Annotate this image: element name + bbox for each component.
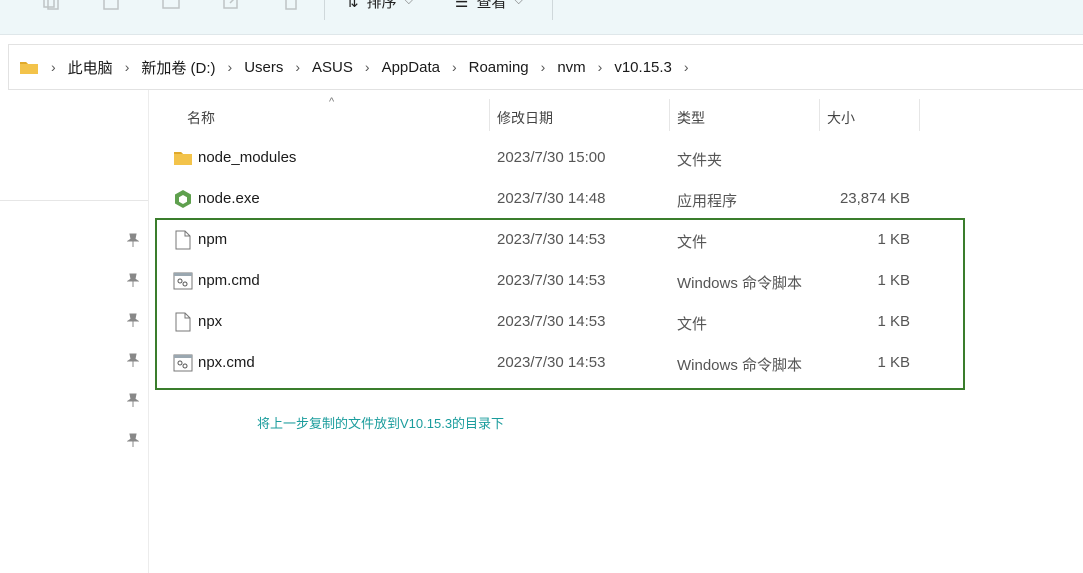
pin-icon[interactable] xyxy=(127,393,139,407)
sort-label: 排序 xyxy=(366,0,397,11)
folder-icon xyxy=(174,152,192,165)
nav-divider xyxy=(0,200,148,201)
pin-icon[interactable] xyxy=(127,353,139,367)
view-icon: ☰ xyxy=(455,0,469,11)
column-header-name[interactable]: 名称 xyxy=(187,108,215,128)
toolbar-divider xyxy=(324,0,325,20)
chevron-right-icon: › xyxy=(451,59,457,75)
file-type: 文件夹 xyxy=(677,152,723,169)
navigation-pane xyxy=(0,90,149,573)
column-divider[interactable] xyxy=(489,99,490,131)
sort-icon: ⇅ xyxy=(346,0,359,11)
breadcrumb-item[interactable]: › ASUS xyxy=(283,59,353,76)
file-name: node_modules xyxy=(198,149,297,166)
sort-button[interactable]: ⇅ 排序 ⌵ xyxy=(346,0,413,12)
column-header-type[interactable]: 类型 xyxy=(677,108,705,128)
file-date: 2023/7/30 14:48 xyxy=(497,190,606,207)
chevron-right-icon: › xyxy=(227,59,233,75)
chevron-right-icon: › xyxy=(597,59,603,75)
breadcrumb-item[interactable]: › 新加卷 (D:) xyxy=(113,57,216,78)
share-icon[interactable] xyxy=(222,0,240,10)
chevron-right-icon: › xyxy=(683,59,689,75)
copy-icon[interactable] xyxy=(42,0,60,10)
paste-icon[interactable] xyxy=(102,0,120,10)
column-divider[interactable] xyxy=(819,99,820,131)
file-row[interactable]: node_modules 2023/7/30 15:00 文件夹 xyxy=(160,138,960,178)
column-divider[interactable] xyxy=(919,99,920,131)
pin-icon[interactable] xyxy=(127,273,139,287)
folder-icon xyxy=(19,59,39,75)
chevron-right-icon: › xyxy=(540,59,546,75)
column-header-date[interactable]: 修改日期 xyxy=(497,108,553,128)
view-button[interactable]: ☰ 查看 ⌵ xyxy=(455,0,523,12)
file-type: 应用程序 xyxy=(677,193,738,210)
breadcrumb-item[interactable]: › Roaming xyxy=(440,59,529,76)
breadcrumb-item[interactable]: › nvm xyxy=(529,59,586,76)
address-bar[interactable]: › 此电脑 › 新加卷 (D:) › Users › ASUS › AppData › Ro… xyxy=(8,44,1083,90)
more-options-button[interactable]: ··· xyxy=(571,0,594,9)
chevron-right-icon: › xyxy=(364,59,370,75)
breadcrumb-item[interactable]: › 此电脑 xyxy=(39,57,113,78)
delete-icon[interactable] xyxy=(282,0,300,10)
rename-icon[interactable] xyxy=(162,0,180,10)
file-row[interactable]: node.exe 2023/7/30 14:48 应用程序 23,874 KB xyxy=(160,179,960,219)
chevron-right-icon: › xyxy=(51,59,56,75)
view-label: 查看 xyxy=(476,0,507,11)
sort-ascending-icon: ^ xyxy=(329,96,335,108)
column-divider[interactable] xyxy=(669,99,670,131)
file-name: node.exe xyxy=(198,190,260,207)
highlight-box xyxy=(155,218,965,390)
breadcrumb-item[interactable]: › Users xyxy=(216,59,284,76)
chevron-down-icon: ⌵ xyxy=(404,0,413,7)
breadcrumb-item[interactable]: › v10.15.3 › xyxy=(586,59,701,76)
column-header-size[interactable]: 大小 xyxy=(827,108,855,128)
pin-icon[interactable] xyxy=(127,433,139,447)
command-bar: ⇅ 排序 ⌵ ☰ 查看 ⌵ ··· xyxy=(0,0,1083,35)
chevron-right-icon: › xyxy=(124,59,130,75)
breadcrumb-item[interactable]: › AppData xyxy=(353,59,440,76)
chevron-right-icon: › xyxy=(295,59,301,75)
nodejs-icon xyxy=(175,190,191,208)
annotation-text: 将上一步复制的文件放到V10.15.3的目录下 xyxy=(257,416,505,431)
chevron-down-icon: ⌵ xyxy=(514,0,523,7)
file-size: 23,874 KB xyxy=(839,190,910,207)
pin-icon[interactable] xyxy=(127,313,139,327)
file-date: 2023/7/30 15:00 xyxy=(497,149,606,166)
pin-icon[interactable] xyxy=(127,233,139,247)
toolbar-divider xyxy=(552,0,553,20)
